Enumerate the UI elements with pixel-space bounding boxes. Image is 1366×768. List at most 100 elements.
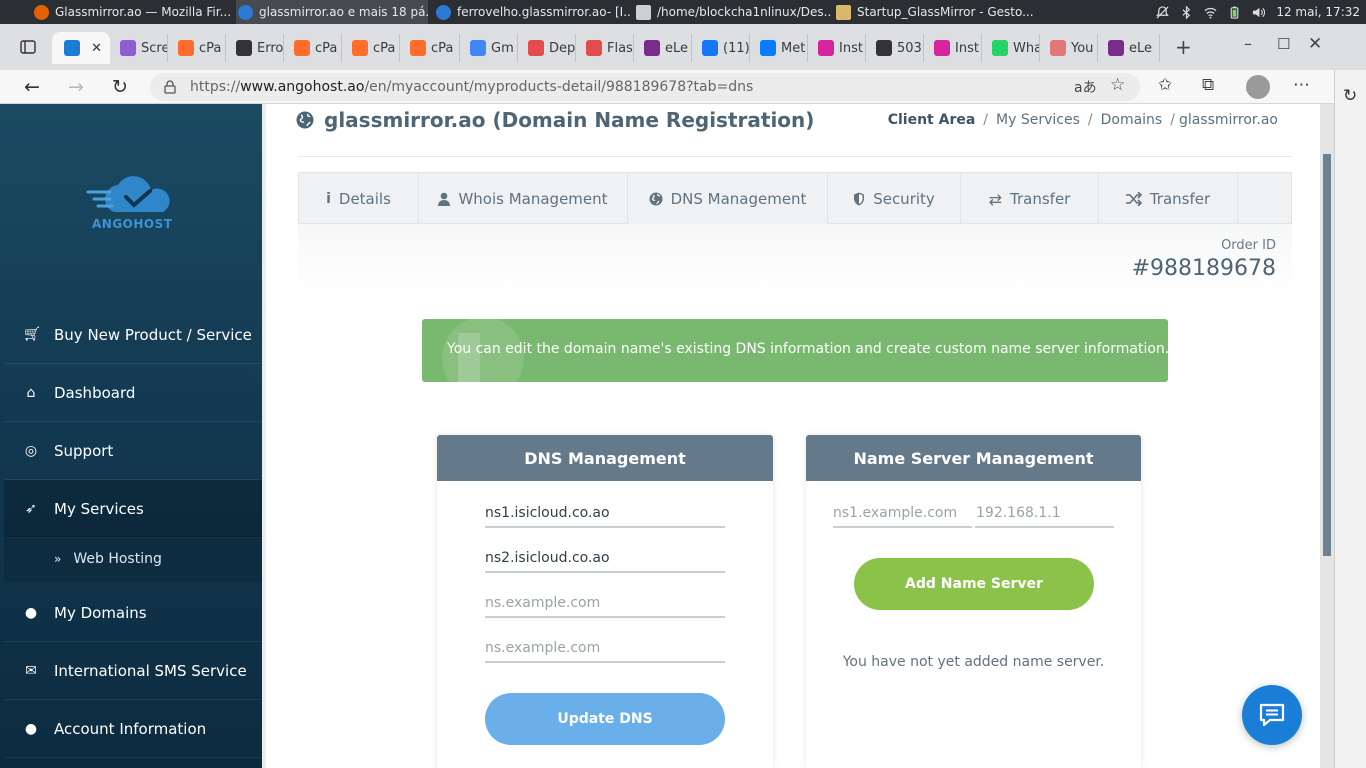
favorites-icon[interactable]: ✩ — [1158, 75, 1172, 95]
browser-tab[interactable]: Scre — [112, 34, 168, 62]
browser-tab[interactable]: Flas — [578, 34, 634, 62]
firefox-icon — [34, 4, 49, 20]
youtube-icon — [528, 40, 544, 56]
sidebar-item-dashboard[interactable]: ⌂ Dashboard — [4, 364, 262, 422]
download-icon — [1050, 40, 1066, 56]
tab-label: eLe — [665, 40, 689, 56]
page-scrollbar[interactable] — [1320, 104, 1334, 768]
browser-tab[interactable]: Inst — [810, 34, 866, 62]
submenu-web-hosting[interactable]: » Web Hosting — [4, 536, 262, 582]
tab-transfer[interactable]: ⇄ Transfer — [961, 173, 1099, 225]
back-button[interactable]: ← — [19, 74, 45, 100]
alert-text: You can edit the domain name's existing … — [447, 341, 1168, 357]
close-tab-icon[interactable]: ✕ — [91, 41, 102, 56]
tab-label: Met — [781, 40, 806, 56]
tab-whois[interactable]: Whois Management — [419, 173, 628, 225]
profile-avatar[interactable] — [1246, 75, 1270, 99]
browser-tab[interactable]: cPa — [402, 34, 460, 62]
angohost-logo[interactable]: ANGOHOST — [86, 172, 182, 242]
browser-tab[interactable]: You — [1042, 34, 1098, 62]
system-clock[interactable]: 12 mai, 17:32 — [1276, 5, 1360, 19]
browser-tab[interactable]: Inst — [926, 34, 982, 62]
sidebar-item-buy-new-product-service[interactable]: 🛒 Buy New Product / Service — [4, 306, 262, 364]
close-window-button[interactable]: ✕ — [1308, 34, 1322, 54]
forward-button[interactable]: → — [63, 74, 89, 100]
update-dns-button[interactable]: Update DNS — [485, 693, 725, 745]
tab-actions-icon[interactable] — [20, 40, 36, 54]
task-title: ferrovelho.glassmirror.ao- [I... — [457, 5, 630, 19]
breadcrumb-my-services[interactable]: My Services — [996, 112, 1080, 128]
tab-label: Details — [338, 190, 391, 208]
maximize-button[interactable]: ☐ — [1277, 35, 1290, 53]
globe-icon — [649, 192, 663, 206]
globe-icon — [296, 111, 314, 129]
browser-tab[interactable]: 503 — [868, 34, 924, 62]
chat-widget-button[interactable] — [1242, 685, 1302, 745]
tab-details[interactable]: i Details — [299, 173, 419, 225]
browser-tab[interactable]: eLe — [636, 34, 692, 62]
tab-label: Transfer — [1010, 190, 1071, 208]
browser-tab[interactable]: cPa — [286, 34, 342, 62]
tab-label: cPa — [315, 40, 338, 56]
nameserver-3-input[interactable]: ns.example.com — [485, 590, 725, 618]
side-refresh-icon[interactable]: ↻ — [1343, 86, 1357, 106]
task-folder[interactable]: Startup_GlassMirror - Gesto... — [836, 0, 1036, 24]
browser-tab[interactable]: Gm — [462, 34, 518, 62]
notifications-muted-icon[interactable] — [1156, 5, 1170, 19]
scrollbar-thumb[interactable] — [1323, 154, 1331, 556]
browser-tab[interactable]: eLe — [1100, 34, 1160, 62]
add-name-server-button[interactable]: Add Name Server — [854, 558, 1094, 610]
sidebar-item-my-services[interactable]: ➶ My Services — [4, 480, 262, 538]
tab-security[interactable]: Security — [828, 173, 961, 225]
info-alert: You can edit the domain name's existing … — [422, 319, 1168, 382]
url-path: /en/myaccount/myproducts-detail/98818967… — [364, 79, 754, 95]
browser-tab[interactable]: Dep — [520, 34, 576, 62]
wifi-icon[interactable] — [1204, 6, 1217, 19]
task-firefox[interactable]: Glassmirror.ao — Mozilla Fir... — [34, 0, 230, 24]
browser-tab[interactable]: Met — [752, 34, 808, 62]
browser-tab[interactable]: cPa — [344, 34, 400, 62]
nameserver-2-input[interactable]: ns2.isicloud.co.ao — [485, 545, 725, 573]
tab-transfer-2[interactable]: Transfer — [1099, 173, 1238, 225]
sidebar-item-my-domains[interactable]: ● My Domains — [4, 584, 262, 642]
browser-tab[interactable]: Wha — [984, 34, 1040, 62]
new-tab-button[interactable]: + — [1175, 35, 1192, 59]
tab-dns[interactable]: DNS Management — [628, 173, 828, 225]
user-icon — [438, 192, 451, 206]
reload-button[interactable]: ↻ — [107, 74, 133, 100]
url-field[interactable]: https://www.angohost.ao/en/myaccount/myp… — [150, 73, 1140, 101]
nameserver-ip-input[interactable]: 192.168.1.1 — [975, 500, 1114, 528]
sidebar-item-label: Account Information — [54, 719, 207, 738]
more-menu-icon[interactable]: ⋯ — [1293, 75, 1310, 95]
browser-tab[interactable]: Erro — [228, 34, 284, 62]
battery-icon[interactable] — [1228, 6, 1241, 19]
minimize-button[interactable]: – — [1244, 34, 1252, 53]
browser-tab[interactable]: cPa — [170, 34, 226, 62]
sidebar-item-international-sms-service[interactable]: ✉ International SMS Service — [4, 642, 262, 700]
nameserver-4-input[interactable]: ns.example.com — [485, 635, 725, 663]
sidebar-item-label: My Services — [54, 499, 144, 518]
task-editor[interactable]: /home/blockcha1nlinux/Des... — [636, 0, 832, 24]
sidebar-item-account-information[interactable]: ● Account Information — [4, 700, 262, 758]
breadcrumb-client-area[interactable]: Client Area — [888, 112, 976, 128]
volume-icon[interactable] — [1252, 6, 1266, 19]
browser-tab[interactable]: (11) — [694, 34, 750, 62]
brand-name: ANGOHOST — [92, 217, 173, 231]
sidebar-item-support[interactable]: ◎ Support — [4, 422, 262, 480]
breadcrumb: Client Area / My Services / Domains / glassmir… — [887, 112, 1278, 128]
task-title: /home/blockcha1nlinux/Des... — [657, 5, 832, 19]
content-card: glassmirror.ao (Domain Name Registration… — [266, 104, 1320, 768]
task-edge-1[interactable]: glassmirror.ao e mais 18 pá... — [236, 0, 428, 24]
collections-icon[interactable]: ⧉ — [1202, 75, 1214, 95]
read-aloud-icon[interactable]: aあ — [1074, 77, 1097, 97]
lock-icon[interactable] — [164, 80, 176, 94]
add-favorite-icon[interactable]: ☆ — [1110, 75, 1125, 95]
edge-icon — [436, 4, 451, 20]
task-edge-2[interactable]: ferrovelho.glassmirror.ao- [I... — [436, 0, 630, 24]
bluetooth-icon[interactable] — [1180, 5, 1193, 19]
browser-tab[interactable]: ✕ — [52, 32, 110, 64]
rocket-icon: ➶ — [25, 500, 37, 517]
nameserver-host-input[interactable]: ns1.example.com — [833, 500, 972, 528]
nameserver-1-input[interactable]: ns1.isicloud.co.ao — [485, 500, 725, 528]
breadcrumb-domains[interactable]: Domains — [1101, 112, 1163, 128]
